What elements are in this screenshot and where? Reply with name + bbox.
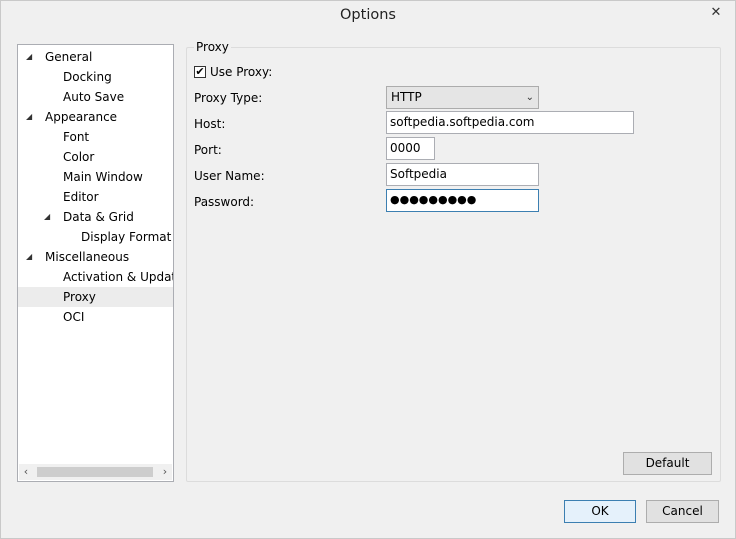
default-button[interactable]: Default (623, 452, 712, 475)
tree-item-label: Activation & Updater (63, 270, 173, 284)
tree-item-activation-updater[interactable]: Activation & Updater (18, 267, 173, 287)
tree-item-label: Appearance (45, 110, 118, 124)
tree-item-data-grid[interactable]: ◢ Data & Grid (18, 207, 173, 227)
tree-item-font[interactable]: Font (18, 127, 173, 147)
scroll-right-icon[interactable]: › (158, 464, 172, 480)
scrollbar-thumb[interactable] (37, 467, 153, 477)
expand-arrow-icon[interactable]: ◢ (26, 247, 36, 267)
proxy-type-value: HTTP (391, 90, 422, 104)
use-proxy-checkbox[interactable]: ✔ (194, 66, 206, 78)
tree-item-auto-save[interactable]: Auto Save (18, 87, 173, 107)
tree-item-editor[interactable]: Editor (18, 187, 173, 207)
port-label: Port: (194, 143, 222, 157)
username-label: User Name: (194, 169, 265, 183)
tree-item-label: Proxy (63, 290, 96, 304)
tree-item-label: Auto Save (63, 90, 125, 104)
options-window: Options ✕ ◢ General Docking Auto Save ◢ … (0, 0, 736, 539)
tree-item-label: Editor (63, 190, 99, 204)
tree-item-label: Miscellaneous (45, 250, 130, 264)
tree-item-color[interactable]: Color (18, 147, 173, 167)
group-title: Proxy (194, 40, 231, 54)
username-input[interactable]: Softpedia (386, 163, 539, 186)
proxy-type-select[interactable]: HTTP ⌄ (386, 86, 539, 109)
title-bar: Options ✕ (1, 1, 735, 33)
tree-item-display-format[interactable]: Display Format (18, 227, 173, 247)
port-input[interactable]: 0000 (386, 137, 435, 160)
ok-button[interactable]: OK (564, 500, 636, 523)
tree-item-general[interactable]: ◢ General (18, 47, 173, 67)
cancel-button[interactable]: Cancel (646, 500, 719, 523)
host-input[interactable]: softpedia.softpedia.com (386, 111, 634, 134)
tree-item-label: Color (63, 150, 95, 164)
tree-item-label: General (45, 50, 93, 64)
password-label: Password: (194, 195, 255, 209)
tree-item-label: Docking (63, 70, 112, 84)
host-label: Host: (194, 117, 226, 131)
proxy-type-label: Proxy Type: (194, 91, 263, 105)
password-input[interactable]: ●●●●●●●●● (386, 189, 539, 212)
window-title: Options (340, 7, 396, 23)
expand-arrow-icon[interactable]: ◢ (26, 107, 36, 127)
checkmark-icon: ✔ (195, 65, 205, 78)
tree-item-label: Font (63, 130, 90, 144)
category-tree: ◢ General Docking Auto Save ◢ Appearance… (17, 44, 174, 482)
tree-item-proxy[interactable]: Proxy (18, 287, 173, 307)
horizontal-scrollbar[interactable]: ‹ › (19, 464, 172, 480)
tree-item-main-window[interactable]: Main Window (18, 167, 173, 187)
expand-arrow-icon[interactable]: ◢ (44, 207, 54, 227)
tree-item-label: Data & Grid (63, 210, 134, 224)
tree-item-label: OCI (63, 310, 85, 324)
use-proxy-label: Use Proxy: (210, 65, 273, 79)
tree-item-label: Main Window (63, 170, 143, 184)
tree-item-label: Display Format (81, 230, 172, 244)
scroll-left-icon[interactable]: ‹ (19, 464, 33, 480)
expand-arrow-icon[interactable]: ◢ (26, 47, 36, 67)
tree-item-oci[interactable]: OCI (18, 307, 173, 327)
close-button[interactable]: ✕ (701, 3, 731, 23)
tree-item-appearance[interactable]: ◢ Appearance (18, 107, 173, 127)
tree-item-docking[interactable]: Docking (18, 67, 173, 87)
chevron-down-icon: ⌄ (525, 92, 534, 103)
tree-item-miscellaneous[interactable]: ◢ Miscellaneous (18, 247, 173, 267)
